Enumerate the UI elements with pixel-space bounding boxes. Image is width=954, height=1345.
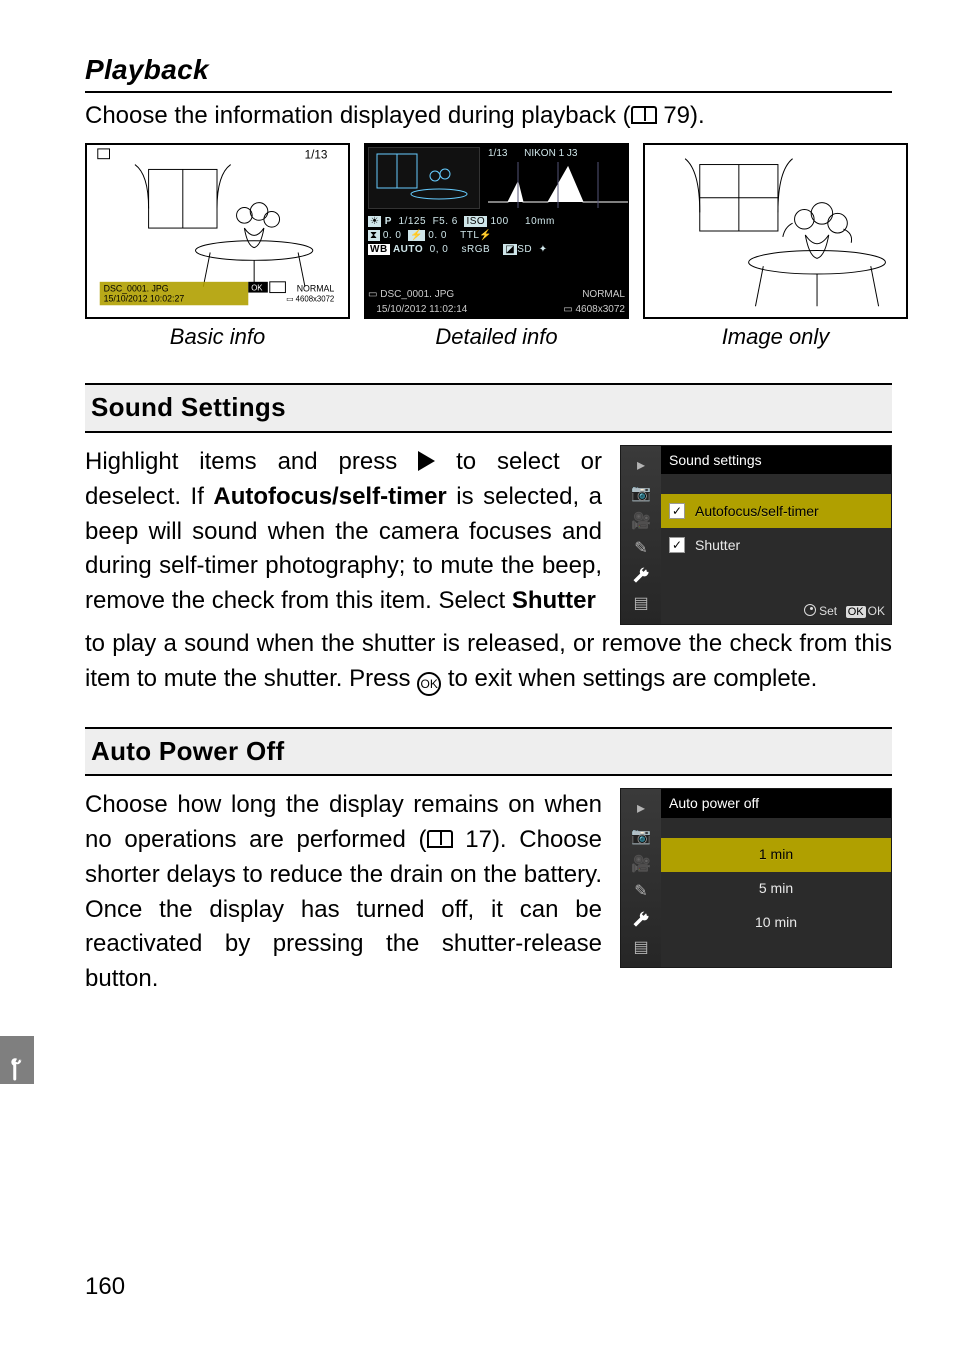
- page-number: 160: [85, 1270, 125, 1305]
- sound-paragraph-1: Highlight items and press to select or d…: [85, 445, 602, 625]
- svg-text:15/10/2012 10:02:27: 15/10/2012 10:02:27: [104, 294, 185, 304]
- sound-menu-title: Sound settings: [661, 446, 891, 474]
- thumb-image-only-image: [643, 143, 908, 319]
- detailed-counter: 1/13: [488, 148, 507, 159]
- menu-tab-setup-icon: [631, 912, 651, 928]
- detailed-model: NIKON 1 J3: [524, 148, 577, 159]
- auto-menu-opt3-label: 10 min: [755, 912, 797, 932]
- d-fl: 10mm: [525, 216, 555, 227]
- d-fc: 0. 0: [428, 230, 447, 241]
- sound-menu-foot-set: Set: [819, 604, 837, 618]
- menu-tab-shooting-icon: 📷: [631, 485, 651, 501]
- svg-text:OK: OK: [251, 284, 263, 293]
- d-ev: 0. 0: [383, 230, 402, 241]
- menu-tab-process-icon: ✎: [631, 884, 651, 900]
- svg-text:DSC_0001. JPG: DSC_0001. JPG: [104, 284, 169, 294]
- auto-menu-opt-10: 10 min: [661, 906, 891, 940]
- menu-tab-playback-icon: ▸: [631, 458, 651, 474]
- book-ref-icon: [631, 106, 657, 124]
- d-qual: NORMAL: [582, 289, 625, 300]
- d-pc: SD: [517, 244, 532, 255]
- d-file: DSC_0001. JPG: [380, 289, 454, 300]
- sound-p2-post: to exit when settings are complete.: [441, 665, 817, 692]
- playback-thumbnails: 1/13: [85, 143, 892, 353]
- auto-menu-opt2-label: 5 min: [759, 878, 793, 898]
- book-ref-icon: [427, 830, 453, 848]
- svg-text:▭ 4608x3072: ▭ 4608x3072: [286, 295, 334, 304]
- sound-bold-af: Autofocus/self-timer: [213, 483, 446, 510]
- section-heading-sound: Sound Settings: [85, 383, 892, 433]
- thumb-detailed: 1/13 NIKON 1 J3 ☀ P 1/125 F5. 6 ISO 100 …: [364, 143, 629, 353]
- menu-tab-recent-icon: ▤: [631, 939, 651, 955]
- thumb-basic: 1/13: [85, 143, 350, 353]
- d-cs: sRGB: [461, 244, 490, 255]
- svg-text:1/13: 1/13: [305, 149, 328, 162]
- thumb-basic-caption: Basic info: [170, 321, 265, 353]
- auto-paragraph: Choose how long the display remains on w…: [85, 788, 602, 997]
- menu-tab-recent-icon: ▤: [631, 596, 651, 612]
- playback-lead-post: ).: [690, 102, 705, 129]
- auto-menu-title: Auto power off: [661, 789, 891, 817]
- section-heading-auto-power-off: Auto Power Off: [85, 727, 892, 777]
- sound-menu-item-shutter: ✓Shutter: [661, 528, 891, 562]
- sound-menu-footer: Set OKOK: [661, 600, 891, 624]
- d-isolbl: ISO: [464, 216, 487, 227]
- menu-tab-movie-icon: 🎥: [631, 856, 651, 872]
- auto-menu-screenshot: ▸ 📷 🎥 ✎ ▤ Auto power off 1 min 5 min 10 …: [620, 788, 892, 968]
- subsection-heading-playback: Playback: [85, 50, 892, 91]
- ok-button-icon: OK: [417, 672, 441, 696]
- menu-tab-process-icon: ✎: [631, 541, 651, 557]
- d-iso: 100: [490, 216, 508, 227]
- sound-paragraph-2: to play a sound when the shutter is rele…: [85, 627, 892, 697]
- right-arrow-icon: [418, 451, 435, 471]
- sound-menu-screenshot: ▸ 📷 🎥 ✎ ▤ Sound settings ✓Autofocus/self…: [620, 445, 892, 625]
- svg-text:NORMAL: NORMAL: [297, 284, 335, 294]
- menu-tab-shooting-icon: 📷: [631, 829, 651, 845]
- d-mode: P: [385, 216, 392, 227]
- thumb-basic-image: 1/13: [85, 143, 350, 319]
- d-wbadj: 0, 0: [430, 244, 449, 255]
- sound-menu-item-af-label: Autofocus/self-timer: [695, 501, 819, 521]
- thumb-detailed-image: 1/13 NIKON 1 J3 ☀ P 1/125 F5. 6 ISO 100 …: [364, 143, 629, 319]
- menu-tab-playback-icon: ▸: [631, 801, 651, 817]
- d-flash: TTL: [460, 230, 479, 241]
- d-shutter: 1/125: [398, 216, 426, 227]
- auto-menu-opt-1: 1 min: [661, 838, 891, 872]
- d-date: 15/10/2012 11:02:14: [376, 304, 467, 315]
- menu-tab-setup-icon: [631, 568, 651, 584]
- auto-menu-opt1-label: 1 min: [759, 844, 793, 864]
- sound-p-pre: Highlight items and press: [85, 448, 418, 475]
- side-tab-setup: [0, 1036, 34, 1084]
- sound-menu-foot-ok: OK: [868, 604, 885, 618]
- playback-lead-pre: Choose the information displayed during …: [85, 102, 631, 129]
- menu-tab-movie-icon: 🎥: [631, 513, 651, 529]
- d-size: 4608x3072: [576, 304, 626, 315]
- thumb-image-only-caption: Image only: [722, 321, 830, 353]
- wrench-icon: [8, 1056, 26, 1084]
- sound-menu-item-af: ✓Autofocus/self-timer: [661, 494, 891, 528]
- auto-menu-opt-5: 5 min: [661, 872, 891, 906]
- d-aperture: F5. 6: [433, 216, 458, 227]
- thumb-detailed-caption: Detailed info: [435, 321, 557, 353]
- sound-menu-item-shutter-label: Shutter: [695, 535, 740, 555]
- playback-lead-ref: 79: [663, 102, 690, 129]
- d-wb: AUTO: [393, 244, 423, 255]
- thumb-image-only: Image only: [643, 143, 908, 353]
- auto-p-ref: 17: [465, 826, 492, 853]
- playback-lead: Choose the information displayed during …: [85, 99, 892, 134]
- sound-bold-shutter: Shutter: [512, 587, 596, 614]
